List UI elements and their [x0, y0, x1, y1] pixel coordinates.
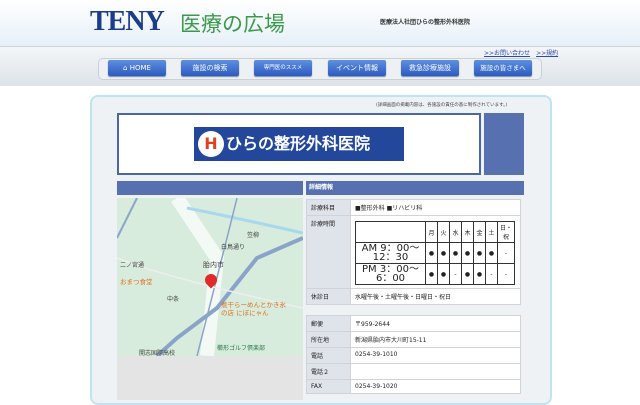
map-footer	[117, 356, 303, 400]
hours-label: 診療時間	[306, 215, 351, 289]
nav-search[interactable]: 施設の検索	[181, 60, 239, 76]
nav-specialist[interactable]: 専門医のススメ	[254, 60, 312, 76]
mark: ●	[461, 263, 474, 285]
nav-emergency[interactable]: 救急診療施設	[401, 60, 459, 76]
dept-value: ■整形外科 ■リハビリ科	[350, 199, 521, 216]
holiday-label: 休診日	[306, 288, 351, 305]
am-time: AM 9：00〜 12：30	[355, 242, 426, 264]
details-table: 診療科目 ■整形外科 ■リハビリ科 診療時間 月火水木金土日・祝 AM 9：00〜…	[306, 199, 521, 305]
mark: -	[496, 263, 516, 285]
mark: -	[485, 263, 498, 285]
mark: ●	[461, 242, 474, 264]
contact-link[interactable]: >>お問い合わせ	[484, 50, 530, 57]
terms-link[interactable]: >>規約	[536, 50, 558, 57]
top-links: >>お問い合わせ >>規約	[478, 48, 558, 57]
mark: ●	[425, 242, 438, 264]
mark: ●	[437, 263, 450, 285]
banner-side-block	[484, 113, 524, 175]
site-logo-text[interactable]: 医療の広場	[180, 8, 285, 38]
address-value: 新潟県胎内市大川町15-11	[350, 331, 521, 348]
map-label: 二ノ宮通	[120, 262, 145, 269]
map-label: 櫛形ゴルフ倶楽部	[217, 345, 266, 352]
site-logo[interactable]: TENY	[90, 6, 165, 38]
mark: ●	[425, 263, 438, 285]
nav-facilities[interactable]: 施設の皆さまへ	[474, 60, 532, 76]
mark: ●	[485, 242, 498, 264]
contact-table: 郵便 〒959-2644 所在地 新潟県胎内市大川町15-11 電話 0254-39-…	[306, 315, 521, 394]
day: 木	[461, 221, 474, 243]
phone-value: 0254-39-1010	[350, 347, 521, 364]
postal-value: 〒959-2644	[350, 315, 521, 332]
mark: ●	[473, 242, 486, 264]
fax-value: 0254-39-1020	[350, 379, 521, 394]
mark: ●	[437, 242, 450, 264]
org-name: 医療法人社団ひらの整形外科医院	[380, 19, 471, 26]
phone-label: 電話	[306, 347, 351, 364]
address-label: 所在地	[306, 331, 351, 348]
nav-home[interactable]: ⌂ HOME	[108, 60, 166, 76]
phone2-label: 電話２	[306, 363, 351, 380]
disclaimer: (詳細画面の掲載内容は、各施設の責任の基に制作されています。)	[376, 103, 508, 108]
postal-label: 郵便	[306, 315, 351, 332]
clinic-name: ひらの整形外科医院	[194, 127, 404, 161]
day: 火	[437, 221, 450, 243]
details-header: 詳細情報	[306, 181, 524, 195]
day: 日・祝	[496, 221, 516, 243]
mark: -	[496, 242, 516, 264]
day: 月	[425, 221, 438, 243]
map-header	[117, 181, 303, 195]
nav-events[interactable]: イベント情報	[328, 60, 386, 76]
home-icon: ⌂	[123, 64, 130, 72]
fax-label: FAX	[306, 379, 351, 394]
day: 土	[485, 221, 498, 243]
schedule-table: 月火水木金土日・祝 AM 9：00〜 12：30 ● ● ● ● ● ● - PM 3：00…	[355, 221, 516, 285]
day: 金	[473, 221, 486, 243]
mark: ●	[449, 242, 462, 264]
map-label: 胎内市	[203, 261, 224, 269]
map-label: 笠柳	[247, 232, 260, 239]
clinic-logo-icon: H	[198, 131, 224, 157]
phone2-value	[350, 363, 521, 380]
map[interactable]: 胎内市 白鳥通り 笠柳 二ノ宮通 中条 開志国際高校 櫛形ゴルフ倶楽部 おまつ食…	[117, 198, 303, 356]
map-place: の店 にぼにゃん	[221, 309, 269, 317]
map-label: 白鳥通り	[221, 244, 246, 251]
day: 水	[449, 221, 462, 243]
dept-label: 診療科目	[306, 199, 351, 216]
map-place: おまつ食堂	[120, 278, 153, 286]
map-label: 中条	[167, 296, 180, 303]
holiday-value: 水曜午後・土曜午後・日曜日・祝日	[350, 288, 521, 305]
mark: ●	[473, 263, 486, 285]
mark: -	[449, 263, 462, 285]
pm-time: PM 3：00〜 6：00	[355, 263, 426, 285]
map-label: 開志国際高校	[139, 350, 176, 356]
